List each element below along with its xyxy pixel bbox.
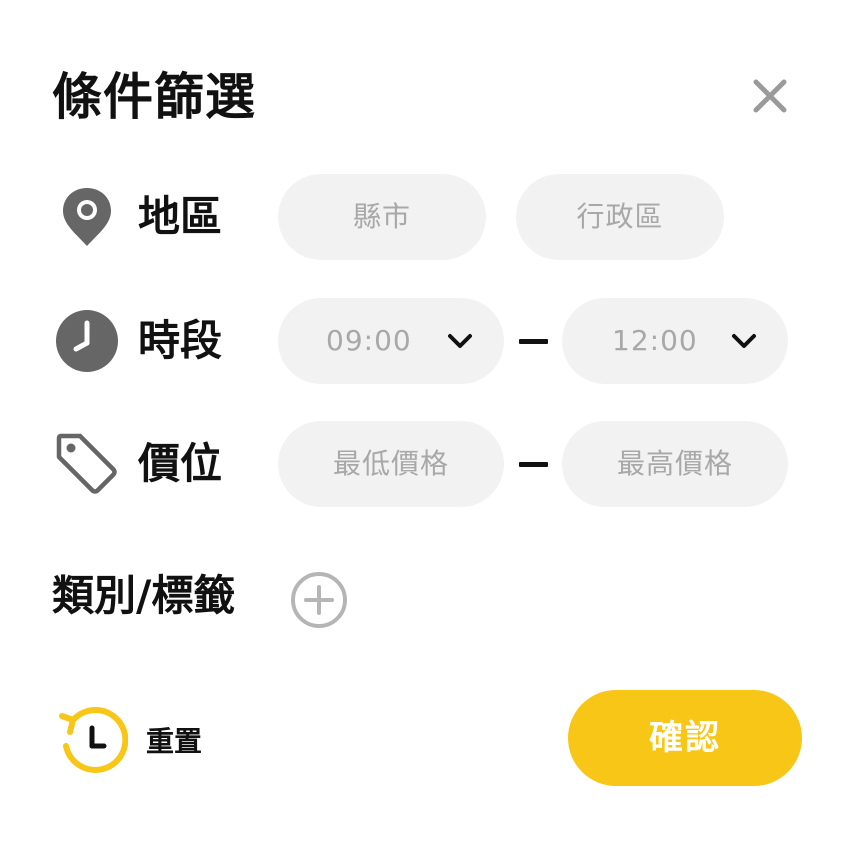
close-icon [753,79,787,113]
range-dash [519,339,548,344]
location-pin-icon [63,188,111,246]
filter-panel: 條件篩選 地區 縣市 行政區 時段 09:00 12:00 價位 最低價格 最高… [0,0,852,852]
min-price-input[interactable]: 最低價格 [278,421,504,507]
add-category-button[interactable] [289,570,349,630]
start-time-value: 09:00 [326,324,412,357]
time-row: 時段 09:00 12:00 [0,298,852,384]
chevron-down-icon [732,334,756,348]
category-label: 類別/標籤 [52,571,236,620]
end-time-select[interactable]: 12:00 [562,298,788,384]
region-row: 地區 縣市 行政區 [0,174,852,260]
clock-icon [56,310,118,372]
end-time-value: 12:00 [612,324,698,357]
range-dash [519,462,548,467]
max-price-input[interactable]: 最高價格 [562,421,788,507]
plus-circle-icon [291,572,347,628]
price-row: 價位 最低價格 最高價格 [0,421,852,507]
region-label: 地區 [138,192,223,241]
price-tag-icon [56,433,117,494]
confirm-button[interactable]: 確認 [568,690,802,786]
page-title: 條件篩選 [52,68,256,126]
max-price-placeholder: 最高價格 [616,447,733,480]
district-placeholder: 行政區 [576,200,664,233]
min-price-placeholder: 最低價格 [332,447,449,480]
price-label: 價位 [138,439,223,488]
city-placeholder: 縣市 [352,200,411,233]
district-select[interactable]: 行政區 [516,174,724,260]
city-select[interactable]: 縣市 [278,174,486,260]
reset-label: 重置 [146,725,203,758]
time-label: 時段 [138,316,223,365]
close-button[interactable] [748,74,792,118]
reset-button[interactable]: 重置 [56,704,226,780]
start-time-select[interactable]: 09:00 [278,298,504,384]
reset-clock-icon [59,707,128,773]
chevron-down-icon [448,334,472,348]
